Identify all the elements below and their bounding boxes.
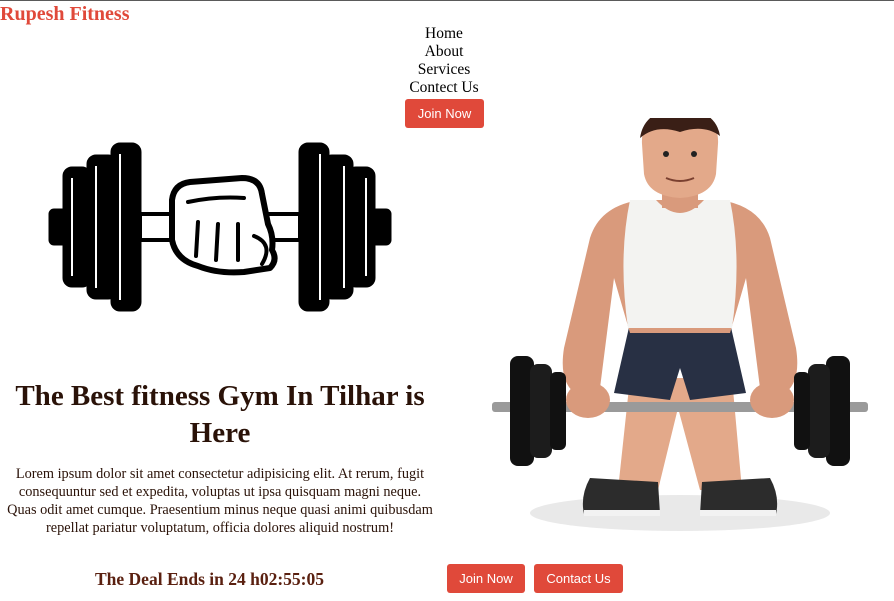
nav-join-button[interactable]: Join Now <box>405 99 484 128</box>
brand-logo-text[interactable]: Rupesh Fitness <box>0 2 129 26</box>
dumbbell-fist-icon <box>48 142 392 312</box>
hero-description: Lorem ipsum dolor sit amet consectetur a… <box>7 466 433 536</box>
hero-contact-button[interactable]: Contact Us <box>534 564 623 593</box>
nav-contact[interactable]: Contect Us <box>380 79 508 97</box>
deal-countdown: The Deal Ends in 24 h02:55:05 <box>95 569 324 589</box>
main-nav: Home About Services Contect Us <box>380 25 508 97</box>
nav-about[interactable]: About <box>380 43 508 61</box>
hero-title: The Best fitness Gym In Tilhar is Here <box>15 380 425 449</box>
nav-home[interactable]: Home <box>380 25 508 43</box>
bodybuilder-illustration <box>492 118 868 531</box>
hero-join-button[interactable]: Join Now <box>447 564 525 593</box>
top-border <box>0 0 894 1</box>
nav-services[interactable]: Services <box>380 61 508 79</box>
